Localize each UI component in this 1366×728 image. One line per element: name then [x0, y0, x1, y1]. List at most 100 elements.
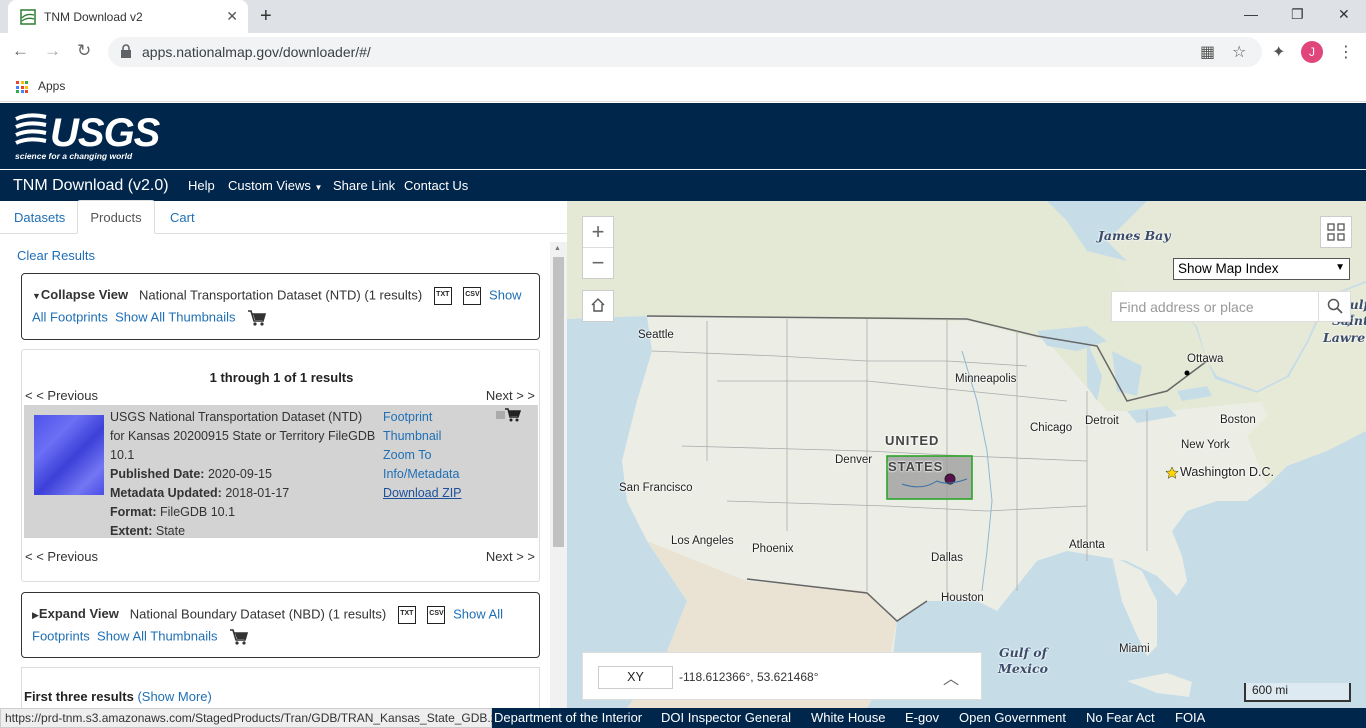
- profile-avatar[interactable]: J: [1301, 41, 1323, 63]
- add-all-to-cart-icon[interactable]: [229, 628, 249, 646]
- caret-down-icon: ▼: [314, 183, 323, 192]
- close-window-icon[interactable]: ✕: [1338, 6, 1350, 23]
- info-metadata-link[interactable]: Info/Metadata: [383, 465, 462, 484]
- txt-download-icon[interactable]: TXT: [397, 606, 416, 624]
- previous-page-link[interactable]: < < Previous: [25, 388, 98, 403]
- footprint-link[interactable]: Footprint: [383, 408, 462, 427]
- footer-no-fear-act[interactable]: No Fear Act: [1086, 710, 1155, 725]
- footprints-link[interactable]: Footprints: [32, 628, 90, 643]
- lock-icon: [121, 44, 131, 58]
- show-footprints-link-part[interactable]: Show: [489, 287, 522, 302]
- show-all-thumbnails-link[interactable]: Show All Thumbnails: [97, 628, 217, 643]
- show-more-link[interactable]: (Show More): [137, 689, 211, 704]
- product-thumbnail[interactable]: [34, 415, 104, 495]
- results-count: 1 through 1 of 1 results: [209, 370, 354, 385]
- nbd-header-row: ▶Expand View National Boundary Dataset (…: [32, 606, 503, 624]
- forward-icon[interactable]: →: [44, 41, 61, 61]
- txt-download-icon[interactable]: TXT: [433, 287, 452, 305]
- download-zip-link[interactable]: Download ZIP: [383, 484, 462, 503]
- tab-datasets[interactable]: Datasets: [14, 210, 65, 225]
- all-footprints-link[interactable]: All Footprints: [32, 309, 108, 324]
- zoom-to-link[interactable]: Zoom To: [383, 446, 462, 465]
- map-label-united: UNITED: [885, 433, 940, 448]
- zoom-out-button[interactable]: −: [583, 248, 613, 279]
- next-page-link[interactable]: Next > >: [486, 388, 535, 403]
- csv-download-icon[interactable]: CSV: [463, 287, 482, 305]
- browser-menu-icon[interactable]: ⋮: [1338, 42, 1354, 62]
- close-tab-icon[interactable]: ✕: [226, 8, 238, 25]
- home-icon: [591, 298, 605, 312]
- tab-products[interactable]: Products: [77, 200, 155, 234]
- map-label-denver: Denver: [835, 454, 873, 466]
- map-label-seattle: Seattle: [638, 329, 674, 341]
- app-brand[interactable]: TNM Download (v2.0): [13, 177, 169, 195]
- zoom-in-button[interactable]: +: [583, 217, 613, 248]
- add-all-to-cart-icon[interactable]: [247, 309, 267, 327]
- footer-open-government[interactable]: Open Government: [959, 710, 1066, 725]
- search-button[interactable]: [1318, 292, 1350, 322]
- csv-download-icon[interactable]: CSV: [427, 606, 446, 624]
- footer-white-house[interactable]: White House: [811, 710, 885, 725]
- browser-tab[interactable]: TNM Download v2 ✕: [8, 0, 248, 33]
- footer-foia[interactable]: FOIA: [1175, 710, 1205, 725]
- footer-inspector-general[interactable]: DOI Inspector General: [661, 710, 791, 725]
- nav-contact-us[interactable]: Contact Us: [404, 178, 468, 193]
- scale-bar: 600 mi: [1244, 683, 1351, 702]
- previous-page-link-bottom[interactable]: < < Previous: [25, 549, 98, 564]
- usgs-wordmark: USGS: [50, 111, 160, 155]
- coord-mode-button[interactable]: XY: [598, 666, 673, 689]
- clear-results-link[interactable]: Clear Results: [17, 248, 95, 263]
- next-page-link-bottom[interactable]: Next > >: [486, 549, 535, 564]
- address-bar[interactable]: apps.nationalmap.gov/downloader/#/: [108, 37, 1262, 67]
- ntd-title: National Transportation Dataset (NTD) (1…: [138, 287, 423, 303]
- map-label-atlanta: Atlanta: [1069, 539, 1105, 551]
- nav-help[interactable]: Help: [188, 178, 215, 193]
- search-input[interactable]: Find address or place: [1119, 299, 1254, 315]
- panel-scrollbar[interactable]: ▲: [550, 242, 567, 708]
- scrollbar-thumb[interactable]: [553, 257, 564, 547]
- tab-cart[interactable]: Cart: [170, 210, 195, 225]
- apps-grid-icon[interactable]: [16, 81, 28, 93]
- chevron-down-icon: ▼: [1335, 262, 1345, 273]
- expand-view-toggle[interactable]: ▶Expand View: [32, 606, 119, 621]
- basemap-gallery-button[interactable]: [1320, 216, 1352, 248]
- map-index-select[interactable]: Show Map Index ▼: [1173, 258, 1350, 280]
- map-view[interactable]: James Bay Gulf of Saint Lawrence Seattle…: [567, 201, 1366, 708]
- footer-egov[interactable]: E-gov: [905, 710, 939, 725]
- extensions-icon[interactable]: ✦: [1272, 42, 1285, 62]
- results-list: 1 through 1 of 1 results < < Previous Ne…: [21, 349, 540, 582]
- map-label-houston: Houston: [941, 592, 984, 604]
- map-label-washington: Washington D.C.: [1180, 465, 1275, 479]
- apps-bookmark[interactable]: Apps: [38, 79, 65, 93]
- maximize-icon[interactable]: ❐: [1291, 6, 1304, 23]
- map-label-los-angeles: Los Angeles: [671, 535, 734, 547]
- footer-doi[interactable]: Department of the Interior: [494, 710, 642, 725]
- map-label-miami: Miami: [1119, 643, 1150, 655]
- url-text: apps.nationalmap.gov/downloader/#/: [142, 44, 371, 60]
- map-label-ottawa: Ottawa: [1187, 353, 1224, 365]
- nav-share-link[interactable]: Share Link: [333, 178, 395, 193]
- show-all-link-part[interactable]: Show All: [453, 606, 503, 621]
- browser-status-url: https://prd-tnm.s3.amazonaws.com/StagedP…: [0, 708, 506, 728]
- qr-code-icon[interactable]: ▦: [1200, 42, 1215, 62]
- new-tab-icon[interactable]: +: [260, 5, 272, 28]
- back-icon[interactable]: ←: [12, 41, 29, 61]
- collapse-view-toggle[interactable]: ▼Collapse View: [32, 287, 128, 302]
- usgs-tagline: science for a changing world: [15, 151, 133, 161]
- home-extent-button[interactable]: [582, 290, 614, 322]
- map-label-new-york: New York: [1181, 439, 1230, 451]
- first-three-heading: First three results: [24, 689, 134, 704]
- show-all-thumbnails-link[interactable]: Show All Thumbnails: [115, 309, 235, 324]
- scroll-up-icon[interactable]: ▲: [554, 245, 561, 252]
- reload-icon[interactable]: ↻: [77, 41, 91, 61]
- minimize-icon[interactable]: —: [1244, 6, 1258, 22]
- chevron-up-icon[interactable]: ︿: [943, 665, 959, 689]
- nav-custom-views[interactable]: Custom Views ▼: [228, 178, 322, 193]
- zoom-control: + −: [582, 216, 614, 279]
- add-to-cart-icon[interactable]: [496, 407, 524, 423]
- results-panel: Datasets Products Cart Clear Results ▼Co…: [0, 200, 567, 717]
- address-search[interactable]: Find address or place: [1111, 291, 1351, 322]
- bookmark-star-icon[interactable]: ☆: [1232, 42, 1246, 62]
- map-label-detroit: Detroit: [1085, 415, 1119, 427]
- thumbnail-link[interactable]: Thumbnail: [383, 427, 462, 446]
